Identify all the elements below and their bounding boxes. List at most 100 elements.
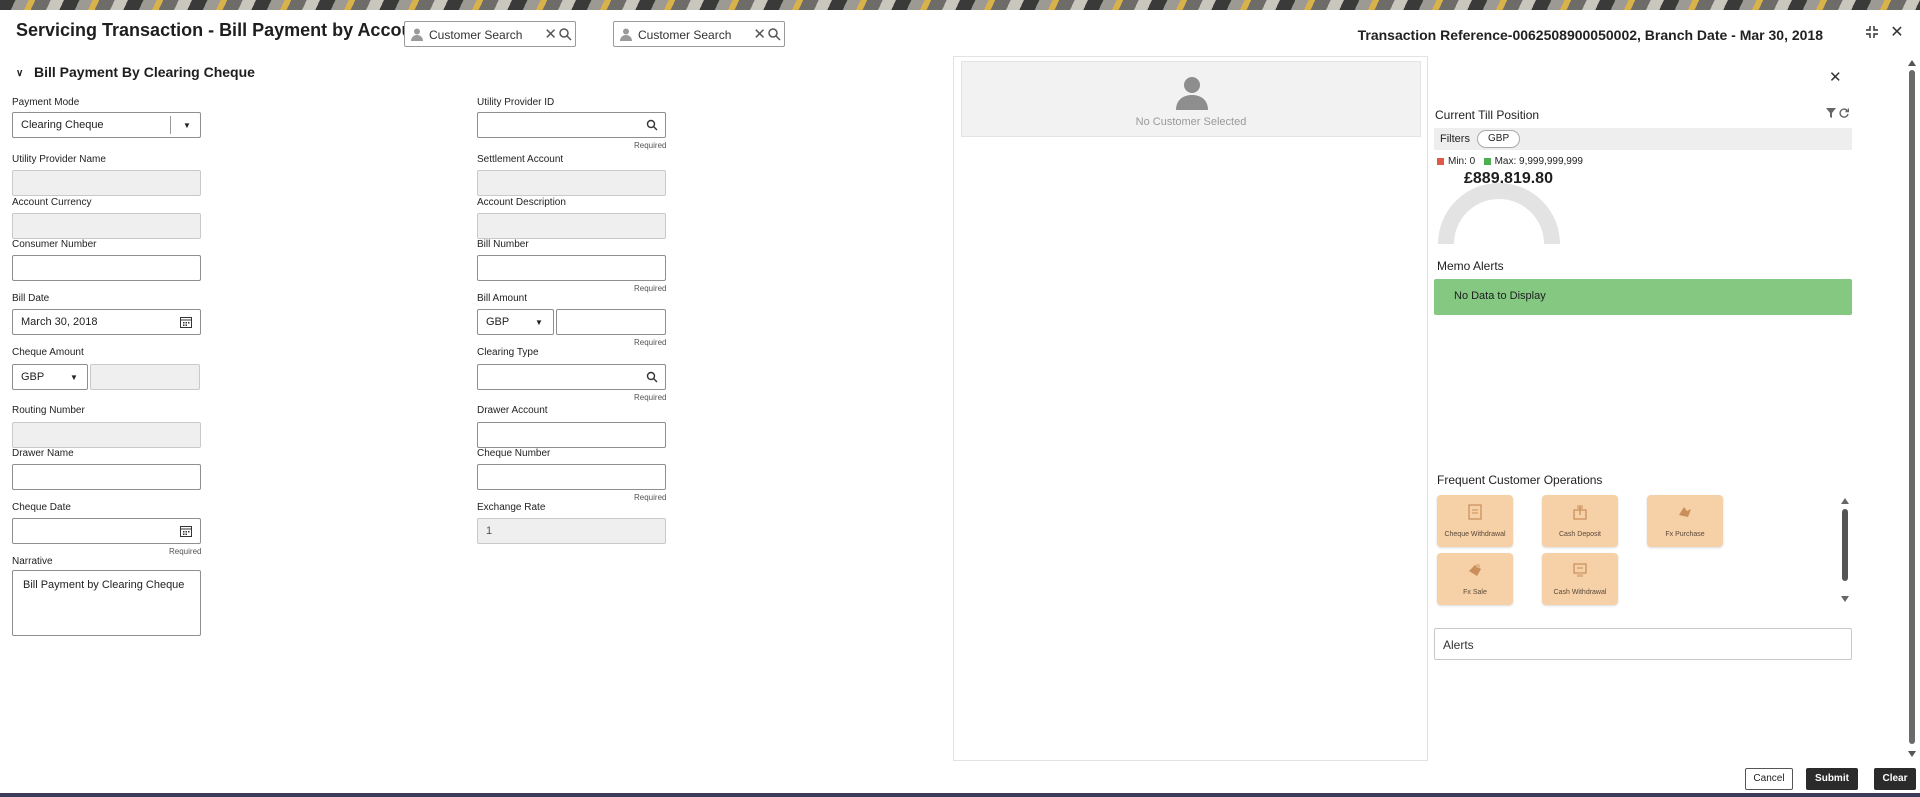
drawer-account-field[interactable] bbox=[477, 422, 666, 448]
page-scrollbar[interactable] bbox=[1905, 56, 1919, 761]
bill-currency-value: GBP bbox=[486, 316, 510, 328]
exchange-rate-label: Exchange Rate bbox=[477, 502, 546, 513]
section-header[interactable]: ∨ Bill Payment By Clearing Cheque bbox=[16, 64, 255, 80]
bill-currency-select[interactable]: GBP ▼ bbox=[477, 309, 554, 335]
bill-amount-field[interactable] bbox=[556, 309, 666, 335]
op-label: Fx Sale bbox=[1463, 589, 1487, 596]
cheque-currency-select[interactable]: GBP ▼ bbox=[12, 364, 88, 390]
top-decorative-strip bbox=[0, 0, 1920, 10]
customer-panel: No Customer Selected bbox=[953, 56, 1428, 761]
required-hint: Required bbox=[634, 338, 667, 347]
routing-number-field bbox=[12, 422, 201, 448]
payment-mode-value: Clearing Cheque bbox=[21, 119, 104, 131]
cash-withdrawal-icon bbox=[1573, 563, 1587, 577]
search-placeholder: Customer Search bbox=[638, 28, 732, 42]
minimize-icon[interactable] bbox=[1862, 23, 1882, 43]
op-tile-fx-sale[interactable]: Fx Sale bbox=[1437, 553, 1513, 605]
memo-alerts-heading: Memo Alerts bbox=[1437, 259, 1504, 273]
op-tile-fx-purchase[interactable]: Fx Purchase bbox=[1647, 495, 1723, 547]
calendar-icon[interactable] bbox=[180, 316, 192, 328]
search-icon[interactable] bbox=[646, 119, 658, 131]
cheque-amount-field bbox=[90, 364, 200, 390]
max-legend-swatch bbox=[1483, 157, 1491, 165]
required-hint: Required bbox=[634, 393, 667, 402]
section-title-text: Bill Payment By Clearing Cheque bbox=[34, 64, 255, 80]
cheque-currency-value: GBP bbox=[21, 371, 45, 383]
account-currency-field bbox=[12, 213, 201, 239]
account-description-field bbox=[477, 213, 666, 239]
op-tile-cheque-withdrawal[interactable]: Cheque Withdrawal bbox=[1437, 495, 1513, 547]
submit-button[interactable]: Submit bbox=[1806, 768, 1858, 790]
calendar-icon[interactable] bbox=[180, 525, 192, 537]
search-icon[interactable] bbox=[646, 371, 658, 383]
cash-deposit-icon bbox=[1573, 505, 1587, 520]
person-icon bbox=[411, 28, 423, 41]
alerts-box[interactable]: Alerts bbox=[1434, 628, 1852, 660]
clear-icon[interactable]: ✕ bbox=[544, 25, 557, 43]
fx-purchase-icon bbox=[1679, 507, 1691, 517]
exchange-rate-field: 1 bbox=[477, 518, 666, 544]
user-avatar-icon bbox=[1176, 77, 1208, 110]
required-hint: Required bbox=[634, 284, 667, 293]
required-hint: Required bbox=[634, 493, 667, 502]
cheque-number-field[interactable] bbox=[477, 464, 666, 490]
filters-bar: Filters GBP bbox=[1434, 128, 1852, 150]
cheque-icon bbox=[1468, 504, 1482, 520]
filters-label: Filters bbox=[1440, 133, 1470, 145]
max-legend-label: Max: 9,999,999,999 bbox=[1494, 156, 1583, 167]
op-tile-cash-deposit[interactable]: Cash Deposit bbox=[1542, 495, 1618, 547]
till-position-heading: Current Till Position bbox=[1435, 108, 1540, 122]
settlement-account-label: Settlement Account bbox=[477, 154, 564, 165]
bill-date-field[interactable]: March 30, 2018 bbox=[12, 309, 201, 335]
cheque-date-field[interactable] bbox=[12, 518, 201, 544]
clearing-type-field[interactable] bbox=[477, 364, 666, 390]
required-hint: Required bbox=[169, 547, 202, 556]
customer-search-input-1[interactable]: Customer Search ✕ bbox=[404, 21, 576, 47]
ops-scrollbar[interactable] bbox=[1840, 496, 1850, 604]
op-label: Cash Withdrawal bbox=[1553, 589, 1607, 596]
utility-provider-name-label: Utility Provider Name bbox=[12, 154, 106, 165]
close-icon[interactable]: ✕ bbox=[1829, 68, 1842, 86]
cheque-amount-label: Cheque Amount bbox=[12, 347, 84, 358]
clear-button[interactable]: Clear bbox=[1874, 768, 1916, 790]
bill-number-label: Bill Number bbox=[477, 239, 529, 250]
narrative-label: Narrative bbox=[12, 556, 53, 567]
close-icon[interactable]: ✕ bbox=[1887, 23, 1907, 43]
bill-number-field[interactable] bbox=[477, 255, 666, 281]
caret-down-icon[interactable]: ▼ bbox=[70, 373, 78, 382]
drawer-account-label: Drawer Account bbox=[477, 405, 548, 416]
required-hint: Required bbox=[634, 141, 667, 150]
chevron-down-icon[interactable]: ∨ bbox=[16, 68, 28, 79]
frequent-ops-heading: Frequent Customer Operations bbox=[1437, 473, 1603, 487]
transaction-reference: Transaction Reference-0062508900050002, … bbox=[1357, 27, 1823, 43]
payment-mode-select[interactable]: Clearing Cheque ▼ bbox=[12, 112, 201, 138]
narrative-textarea[interactable]: Bill Payment by Clearing Cheque bbox=[12, 570, 201, 636]
customer-search-input-2[interactable]: Customer Search ✕ bbox=[613, 21, 785, 47]
fx-sale-icon bbox=[1469, 564, 1481, 576]
search-icon[interactable] bbox=[767, 27, 781, 41]
header: Servicing Transaction - Bill Payment by … bbox=[0, 10, 1920, 56]
utility-provider-id-label: Utility Provider ID bbox=[477, 97, 555, 108]
caret-down-icon[interactable]: ▼ bbox=[535, 318, 543, 327]
min-legend-label: Min: 0 bbox=[1448, 156, 1476, 167]
search-icon[interactable] bbox=[558, 27, 572, 41]
filter-chip-gbp[interactable]: GBP bbox=[1477, 130, 1521, 148]
clear-icon[interactable]: ✕ bbox=[753, 25, 766, 43]
consumer-number-label: Consumer Number bbox=[12, 239, 97, 250]
filter-icon[interactable] bbox=[1826, 108, 1836, 118]
no-customer-text: No Customer Selected bbox=[1135, 116, 1247, 128]
drawer-name-field[interactable] bbox=[12, 464, 201, 490]
person-icon bbox=[620, 28, 632, 41]
settlement-account-field bbox=[477, 170, 666, 196]
op-label: Cash Deposit bbox=[1558, 531, 1602, 538]
routing-number-label: Routing Number bbox=[12, 405, 85, 416]
caret-down-icon[interactable]: ▼ bbox=[183, 121, 191, 130]
page-title: Servicing Transaction - Bill Payment by … bbox=[16, 20, 430, 40]
refresh-icon[interactable] bbox=[1839, 108, 1849, 118]
utility-provider-id-field[interactable] bbox=[477, 112, 666, 138]
op-tile-cash-withdrawal[interactable]: Cash Withdrawal bbox=[1542, 553, 1618, 605]
min-legend-swatch bbox=[1437, 157, 1444, 165]
cancel-button[interactable]: Cancel bbox=[1745, 768, 1793, 790]
no-customer-card: No Customer Selected bbox=[961, 61, 1421, 137]
consumer-number-field[interactable] bbox=[12, 255, 201, 281]
